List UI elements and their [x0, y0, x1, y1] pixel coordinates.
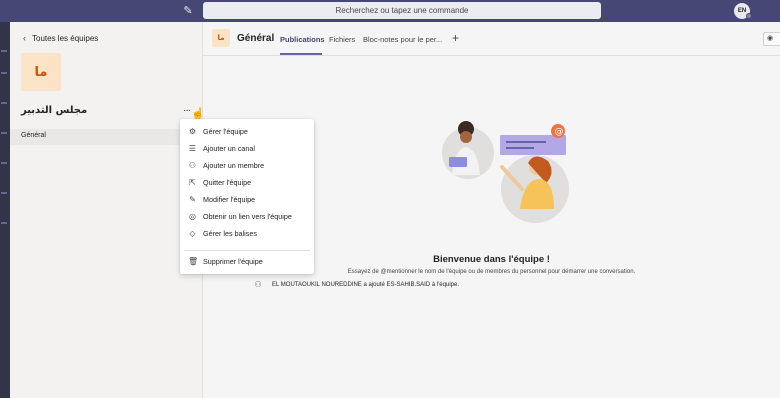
team-avatar: ما [21, 53, 61, 91]
menu-item-label: Gérer l'équipe [203, 127, 248, 136]
tab-bloc-notes[interactable]: Bloc-notes pour le per... [363, 35, 442, 44]
svg-text:@: @ [555, 127, 564, 137]
rail-item-teams[interactable] [1, 102, 7, 104]
menu-item-add-member[interactable]: ⚇ Ajouter un membre [180, 158, 314, 173]
menu-item-manage-tags[interactable]: ◇ Gérer les balises [180, 226, 314, 241]
search-input[interactable]: Recherchez ou tapez une commande [203, 2, 601, 19]
tab-fichiers[interactable]: Fichiers [329, 35, 355, 44]
add-channel-icon: ☰ [188, 144, 197, 153]
channel-label: Général [21, 132, 46, 139]
back-to-teams-link[interactable]: ‹ Toutes les équipes [23, 33, 98, 43]
rail-item-calendar[interactable] [1, 162, 7, 164]
link-icon: ◎ [189, 212, 196, 221]
rail-item-calls[interactable] [1, 192, 7, 194]
rail-item-assignments[interactable] [1, 132, 7, 134]
channel-header: ما Général Publications Fichiers Bloc-no… [203, 22, 780, 56]
menu-item-label: Quitter l'équipe [203, 178, 252, 187]
add-member-icon: ⚇ [188, 161, 197, 170]
activity-text: EL MOUTAOUKIL NOUREDDINE a ajouté ES-SAH… [272, 281, 459, 288]
welcome-illustration: @ [442, 121, 569, 223]
back-label: Toutes les équipes [32, 33, 99, 43]
tab-publications[interactable]: Publications [280, 35, 325, 44]
presence-indicator [746, 13, 752, 19]
trash-icon: 🗑 [188, 257, 199, 266]
menu-item-manage-team[interactable]: ⚙ Gérer l'équipe [180, 124, 314, 139]
team-name: مجلس التدبير [21, 105, 88, 116]
rail-item-chat[interactable] [1, 72, 7, 74]
menu-item-get-link[interactable]: ◎ Obtenir un lien vers l'équipe [180, 209, 314, 224]
leave-icon: ⇱ [189, 178, 196, 187]
chevron-left-icon: ‹ [23, 33, 26, 43]
channel-title: Général [237, 33, 275, 44]
channel-item-general[interactable]: Général [10, 129, 202, 145]
menu-item-add-channel[interactable]: ☰ Ajouter un canal [180, 141, 314, 156]
team-options-menu: ⚙ Gérer l'équipe ☰ Ajouter un canal ⚇ Aj… [180, 119, 314, 274]
menu-item-label: Ajouter un canal [203, 144, 255, 153]
menu-item-label: Modifier l'équipe [203, 195, 256, 204]
top-bar: ✎ Recherchez ou tapez une commande EN [0, 0, 780, 22]
menu-item-label: Ajouter un membre [203, 161, 265, 170]
menu-item-label: Obtenir un lien vers l'équipe [203, 212, 292, 221]
menu-item-delete-team[interactable]: 🗑 Supprimer l'équipe [180, 254, 314, 269]
add-member-icon: ⚇ [254, 280, 262, 289]
meet-button[interactable]: ◉ [763, 32, 780, 46]
tag-icon: ◇ [189, 229, 196, 238]
active-tab-indicator [280, 53, 322, 55]
menu-item-label: Gérer les balises [203, 229, 257, 238]
menu-item-edit-team[interactable]: ✎ Modifier l'équipe [180, 192, 314, 207]
menu-item-label: Supprimer l'équipe [203, 257, 263, 266]
add-tab-icon[interactable]: + [452, 31, 459, 45]
team-panel: ‹ Toutes les équipes ما مجلس التدبير ···… [10, 22, 205, 398]
channel-avatar: ما [212, 29, 230, 47]
menu-item-leave-team[interactable]: ⇱ Quitter l'équipe [180, 175, 314, 190]
app-rail [0, 22, 10, 398]
activity-message: ⚇ EL MOUTAOUKIL NOUREDDINE a ajouté ES-S… [252, 280, 459, 289]
rail-item-activity[interactable] [1, 50, 7, 52]
menu-divider [184, 250, 310, 251]
rail-item-files[interactable] [1, 222, 7, 224]
compose-icon[interactable]: ✎ [181, 4, 195, 18]
pencil-icon: ✎ [189, 195, 196, 204]
gear-icon: ⚙ [188, 127, 197, 136]
